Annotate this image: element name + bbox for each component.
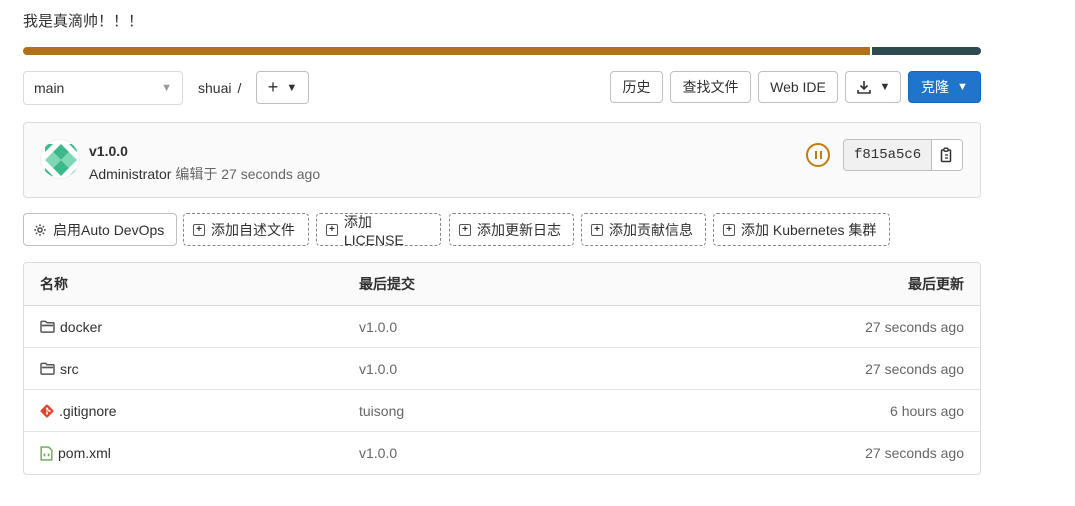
table-row[interactable]: docker v1.0.0 27 seconds ago	[24, 306, 980, 348]
add-changelog-button[interactable]: + 添加更新日志	[449, 213, 574, 246]
last-commit-cell[interactable]: tuisong	[359, 403, 404, 419]
language-bar[interactable]	[23, 47, 981, 55]
table-header: 名称 最后提交 最后更新	[24, 263, 980, 306]
add-license-button[interactable]: + 添加LICENSE	[316, 213, 441, 248]
project-description: 我是真滴帅！！！	[23, 13, 144, 30]
file-name: src	[60, 360, 79, 377]
file-name: .gitignore	[59, 402, 117, 419]
commit-time: 27 seconds ago	[221, 166, 321, 182]
auto-devops-button[interactable]: 启用Auto DevOps	[23, 213, 177, 246]
last-update-cell: 27 seconds ago	[865, 360, 964, 377]
table-row[interactable]: .gitignore tuisong 6 hours ago	[24, 390, 980, 432]
last-commit-cell[interactable]: v1.0.0	[359, 361, 397, 377]
copy-icon[interactable]	[931, 140, 963, 170]
commit-meta: Administrator 编辑于 27 seconds ago	[89, 164, 320, 184]
add-to-tree-button[interactable]: + ▼	[256, 71, 309, 104]
language-segment-secondary[interactable]	[872, 47, 981, 55]
auto-devops-label: 启用Auto DevOps	[53, 221, 165, 238]
branch-name: main	[34, 80, 65, 96]
folder-icon	[40, 362, 55, 375]
plus-square-icon: +	[193, 223, 205, 236]
plus-square-icon: +	[591, 223, 603, 236]
web-ide-button[interactable]: Web IDE	[758, 71, 838, 103]
commit-sha[interactable]: f815a5c6	[844, 140, 931, 170]
add-kubernetes-label: 添加 Kubernetes 集群	[741, 221, 877, 238]
last-commit-cell[interactable]: v1.0.0	[359, 445, 397, 461]
language-segment-primary[interactable]	[23, 47, 870, 55]
identicon-icon	[41, 140, 79, 178]
plus-square-icon: +	[326, 223, 338, 236]
pipeline-paused-icon[interactable]	[806, 143, 830, 167]
file-name-cell[interactable]: pom.xml	[40, 445, 111, 461]
breadcrumb: shuai /	[198, 80, 241, 96]
add-readme-button[interactable]: + 添加自述文件	[183, 213, 309, 246]
table-row[interactable]: pom.xml v1.0.0 27 seconds ago	[24, 432, 980, 474]
last-update-cell: 27 seconds ago	[865, 445, 964, 461]
branch-selector[interactable]: main ▼	[23, 71, 183, 105]
last-update-cell: 6 hours ago	[890, 402, 964, 419]
add-contributing-button[interactable]: + 添加贡献信息	[581, 213, 706, 246]
download-button[interactable]: ▼	[845, 71, 901, 103]
add-contributing-label: 添加贡献信息	[609, 221, 693, 238]
git-icon	[40, 404, 54, 417]
file-name-cell[interactable]: .gitignore	[40, 403, 117, 419]
file-tree-table: 名称 最后提交 最后更新 docker v1.0.0 27 seconds ag…	[23, 262, 981, 475]
column-header-name: 名称	[40, 276, 68, 292]
clone-button[interactable]: 克隆 ▼	[908, 71, 981, 103]
chevron-down-icon: ▼	[879, 81, 891, 93]
chevron-down-icon: ▼	[161, 82, 172, 94]
file-name: docker	[60, 318, 103, 335]
avatar[interactable]	[40, 139, 80, 179]
breadcrumb-separator: /	[237, 80, 242, 96]
breadcrumb-path[interactable]: shuai	[198, 80, 231, 96]
commit-sha-group: f815a5c6	[843, 139, 964, 171]
clone-label: 克隆	[921, 79, 950, 95]
plus-icon: +	[267, 77, 279, 97]
column-header-last-commit: 最后提交	[359, 276, 415, 292]
plus-square-icon: +	[459, 223, 471, 236]
last-commit-cell[interactable]: v1.0.0	[359, 319, 397, 335]
file-name: pom.xml	[58, 445, 111, 461]
last-update-cell: 27 seconds ago	[865, 318, 964, 335]
find-file-button[interactable]: 查找文件	[670, 71, 751, 103]
add-license-label: 添加LICENSE	[343, 213, 404, 248]
table-row[interactable]: src v1.0.0 27 seconds ago	[24, 348, 980, 390]
history-button[interactable]: 历史	[610, 71, 663, 103]
add-readme-label: 添加自述文件	[211, 221, 295, 238]
commit-title[interactable]: v1.0.0	[89, 143, 128, 159]
settings-icon	[34, 223, 46, 236]
plus-square-icon: +	[723, 223, 735, 236]
download-icon	[856, 81, 871, 94]
last-commit-panel: v1.0.0 Administrator 编辑于 27 seconds ago …	[23, 122, 981, 198]
file-name-cell[interactable]: src	[40, 361, 79, 377]
column-header-last-update: 最后更新	[908, 276, 964, 292]
add-changelog-label: 添加更新日志	[477, 221, 561, 238]
commit-verb: 编辑于	[175, 166, 218, 182]
chevron-down-icon: ▼	[957, 81, 968, 93]
add-kubernetes-cluster-button[interactable]: + 添加 Kubernetes 集群	[713, 213, 890, 246]
file-name-cell[interactable]: docker	[40, 319, 102, 335]
folder-icon	[40, 320, 55, 333]
commit-author[interactable]: Administrator	[89, 166, 171, 182]
xml-file-icon	[40, 445, 53, 461]
chevron-down-icon: ▼	[286, 81, 298, 94]
